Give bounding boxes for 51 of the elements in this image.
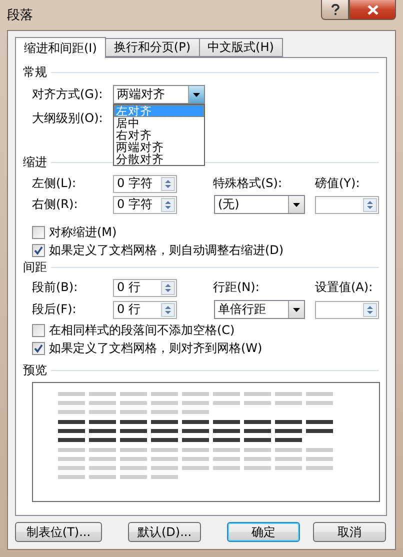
spinner-icon[interactable] [161,302,175,316]
field-label: 行距(N): [213,279,260,296]
spinner-icon[interactable] [161,198,175,212]
field-label: 左侧(L): [32,175,78,192]
tab[interactable]: 换行和分页(P) [104,38,200,57]
checkbox-label: 如果定义了文档网格，则自动调整右缩进(D) [49,242,284,258]
line-spacing-dropdown[interactable]: 单倍行距 [214,300,305,319]
left-indent-field[interactable]: 0 字符 [113,174,177,192]
special-indent-dropdown[interactable]: (无) [214,195,305,214]
section-heading: 间距 [23,258,47,276]
dropdown-arrow-icon [293,308,300,312]
field-label: 段前(B): [32,279,79,296]
checkbox-label: 如果定义了文档网格，则对齐到网格(W) [49,340,262,356]
dialog-button[interactable]: 取消 [313,522,386,542]
dialog-button[interactable]: 默认(D)... [128,522,201,542]
close-button[interactable] [349,0,396,20]
checkbox-label: 对称缩进(M) [49,224,117,240]
spacing-at-field[interactable] [315,300,379,318]
indent-by-field[interactable] [315,196,379,214]
field-label: 对齐方式(G): [32,86,104,103]
close-icon [366,4,378,14]
checkbox[interactable] [32,342,45,354]
spinner-icon[interactable] [363,302,377,316]
field-label: 段后(F): [32,301,78,318]
spinner-icon[interactable] [363,198,377,212]
space-after-field[interactable]: 0 行 [113,300,177,318]
dialog-button[interactable]: 确定 [227,522,300,542]
right-indent-field[interactable]: 0 字符 [113,196,177,214]
field-label: 特殊格式(S): [213,175,284,192]
field-label: 右侧(R): [32,196,79,213]
dropdown-arrow-icon [293,202,300,206]
field-label: 设置值(A): [315,279,374,296]
checkbox[interactable] [32,226,45,238]
field-label: 大纲级别(O): [32,110,104,127]
tab[interactable]: 中文版式(H) [198,38,283,57]
tab[interactable]: 缩进和间距(I) [15,37,106,58]
section-heading: 常规 [23,64,47,80]
checkbox[interactable] [32,324,45,336]
section-heading: 缩进 [23,154,47,170]
spinner-icon[interactable] [161,176,175,190]
checkbox[interactable] [32,244,45,256]
section-heading: 预览 [23,362,47,378]
space-before-field[interactable]: 0 行 [113,278,177,296]
dialog-button[interactable]: 制表位(T)... [15,522,102,542]
dropdown-arrow-icon [193,92,200,96]
spinner-icon[interactable] [161,280,175,294]
help-button[interactable] [321,0,349,20]
window-title: 段落 [7,7,33,24]
help-icon [330,4,340,16]
checkbox-label: 在相同样式的段落间不添加空格(C) [49,322,235,338]
field-label: 磅值(Y): [315,175,361,192]
